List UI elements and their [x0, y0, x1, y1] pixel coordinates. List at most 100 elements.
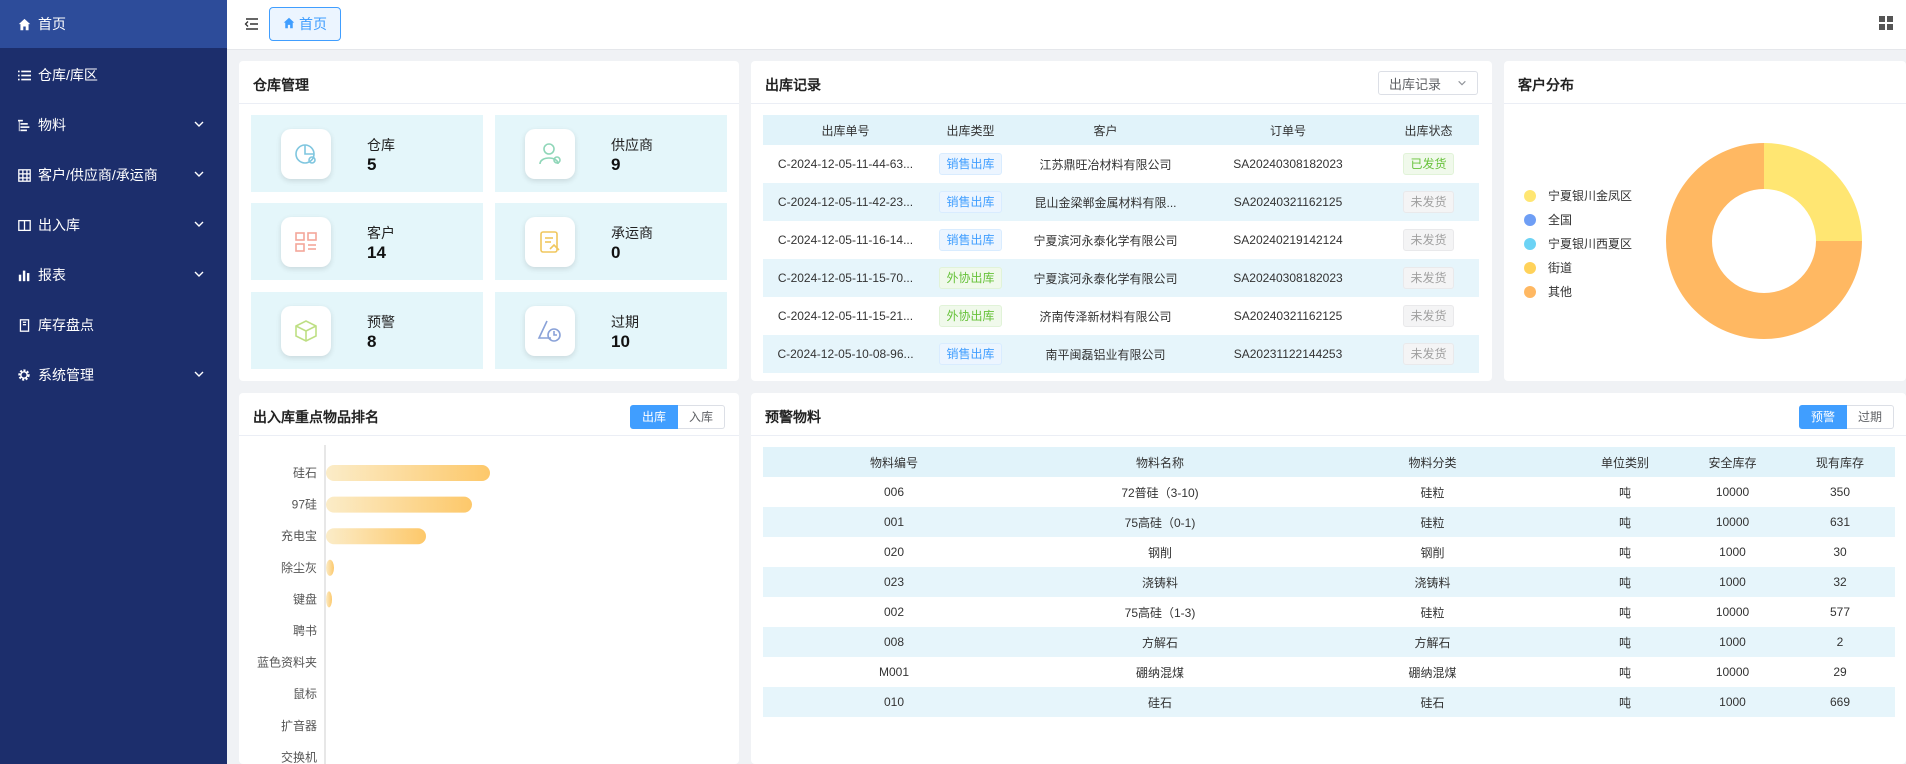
table-row[interactable]: C-2024-12-05-11-42-23... 销售出库 昆山金梁郸金属材料有…: [763, 183, 1479, 221]
select-value: 出库记录: [1389, 76, 1442, 92]
table-cell: 1000: [1680, 687, 1785, 717]
customer-cell: 昆山金梁郸金属材料有限...: [1013, 183, 1198, 221]
column-header: 安全库存: [1680, 447, 1785, 477]
legend-label: 宁夏银川金凤区: [1548, 189, 1633, 203]
sidebar-item-home[interactable]: 首页: [0, 0, 227, 48]
legend-dot: [1524, 189, 1536, 202]
table-row[interactable]: 001 75高硅（0-1) 硅粒吨 10000 631: [763, 507, 1895, 537]
book-icon: [16, 317, 32, 333]
legend-item[interactable]: 全国: [1524, 211, 1572, 228]
sidebar-item-partners[interactable]: 客户/供应商/承运商: [0, 151, 227, 199]
tab-home[interactable]: 首页: [269, 7, 341, 41]
sidebar-item-inout[interactable]: 出入库: [0, 201, 227, 249]
status-badge: 未发货: [1403, 305, 1454, 327]
column-header: 单位类别: [1570, 447, 1680, 477]
table-row[interactable]: 020 钢削 钢削 吨 1000 30: [763, 537, 1895, 567]
divider: [1504, 103, 1906, 104]
category-label: 鼠标: [293, 687, 317, 701]
legend-label: 宁夏银川西夏区: [1548, 237, 1633, 251]
table-cell: 吨: [1618, 545, 1631, 560]
legend-item[interactable]: 宁夏银川金凤区: [1524, 187, 1632, 204]
legend-dot: [1524, 285, 1536, 298]
collapse-menu-icon[interactable]: [243, 15, 261, 33]
table-row[interactable]: C-2024-12-05-11-15-21... 外协出库 济南传泽新材料有限公…: [763, 297, 1479, 335]
table-row[interactable]: 023 浇铸料 浇铸料吨 1000 32: [763, 567, 1895, 597]
outbound-select[interactable]: 出库记录: [1378, 71, 1478, 95]
sidebar-item-system[interactable]: 系统管理: [0, 351, 227, 399]
card-title: 出库记录: [765, 77, 821, 93]
stat-warehouse[interactable]: 仓库 5: [251, 115, 483, 192]
table-row[interactable]: 002 75高硅（1-3) 硅粒 吨 10000 577: [763, 597, 1895, 627]
legend-label: 其他: [1548, 285, 1573, 299]
column-header: 订单号: [1198, 115, 1378, 145]
stat-supplier[interactable]: 供应商 9: [495, 115, 727, 192]
warning-toggle-button[interactable]: 预警: [1798, 405, 1847, 429]
supplier-icon: [525, 129, 575, 179]
column-header: 客户: [1013, 115, 1198, 145]
chevron-down-icon: [194, 171, 204, 177]
table-row[interactable]: C-2024-12-05-11-16-14... 销售出库 宁夏滨河永泰化学有限…: [763, 221, 1479, 259]
warning-toggle: 预警 过期: [1798, 405, 1894, 429]
divider: [751, 435, 1906, 436]
outbound-toggle-button[interactable]: 出库: [629, 405, 678, 429]
table-row[interactable]: 008 方解石 方解石吨 1000 2: [763, 627, 1895, 657]
table-cell: 硅粒: [1295, 507, 1570, 537]
card-title: 预警物料: [765, 409, 821, 425]
stat-customer[interactable]: 客户 14: [251, 203, 483, 280]
table-cell: 75高硅（1-3): [1124, 605, 1196, 620]
order-no-cell: C-2024-12-05-11-16-14...: [777, 233, 914, 247]
divider: [751, 103, 1492, 104]
table-cell: 硼纳混煤: [1135, 665, 1184, 680]
customer-cell: 南平闽磊铝业有限公司: [1013, 335, 1198, 373]
category-label: 聘书: [293, 624, 317, 638]
table-cell: 吨: [1618, 605, 1631, 620]
status-badge: 已发货: [1403, 153, 1454, 175]
stat-label: 供应商: [611, 137, 653, 153]
sidebar-item-warehouse[interactable]: 仓库/库区: [0, 51, 227, 99]
stat-warning[interactable]: 预警 8: [251, 292, 483, 369]
order-no-cell: C-2024-12-05-11-15-70...: [763, 259, 928, 297]
legend-item[interactable]: 宁夏银川西夏区: [1524, 235, 1632, 252]
warehouse-card: 仓库管理 仓库 5 供应商 9 客户 14 承运商 0 预警 8 过期 10: [239, 61, 739, 381]
inbound-toggle-button[interactable]: 入库: [677, 405, 725, 429]
column-header: 出库状态: [1378, 115, 1479, 145]
table-row[interactable]: C-2024-12-05-11-15-70... 外协出库 宁夏滨河永泰化学有限…: [763, 259, 1479, 297]
legend-dot: [1524, 213, 1536, 226]
order-no-cell: C-2024-12-05-11-44-63...: [777, 157, 914, 171]
sidebar-item-label: 报表: [38, 267, 66, 283]
stat-value: 5: [367, 155, 377, 174]
table-cell: 350: [1829, 485, 1851, 499]
ranking-bar[interactable]: [326, 591, 332, 608]
sales-order-cell: SA20240308182023: [1198, 259, 1378, 297]
sidebar-item-label: 客户/供应商/承运商: [38, 167, 158, 183]
ranking-bar[interactable]: [326, 496, 472, 513]
category-label: 充电宝: [281, 528, 317, 543]
table-row[interactable]: C-2024-12-05-11-44-63... 销售出库 江苏鼎旺冶材料有限公…: [763, 145, 1479, 183]
legend-item[interactable]: 其他: [1524, 283, 1572, 300]
category-label: 除尘灰: [281, 560, 317, 575]
card-title: 仓库管理: [253, 77, 309, 93]
expired-toggle-button[interactable]: 过期: [1846, 405, 1894, 429]
sidebar-item-label: 仓库/库区: [38, 67, 98, 83]
ranking-bar[interactable]: [326, 528, 426, 545]
outbound-table: 出库单号 出库类型 客户 订单号 出库状态 C-2024-12-05-11-44…: [763, 115, 1479, 373]
apps-grid-icon[interactable]: [1878, 15, 1894, 31]
customer-distribution-card: 客户分布 宁夏银川金凤区 全国 宁夏银川西夏区 街道 其他: [1504, 61, 1906, 381]
type-tag: 外协出库: [939, 267, 1002, 289]
table-row[interactable]: C-2024-12-05-10-08-96... 销售出库 南平闽磊铝业有限公司…: [763, 335, 1479, 373]
stat-carrier[interactable]: 承运商 0: [495, 203, 727, 280]
legend-item[interactable]: 街道: [1524, 259, 1572, 276]
table-row[interactable]: M001 硼纳混煤 硼纳混煤 吨 10000 29: [763, 657, 1895, 687]
table-row[interactable]: 006 72普硅（3-10) 硅粒 吨 10000 350: [763, 477, 1895, 507]
table-cell: 吨: [1570, 567, 1680, 597]
table-row[interactable]: 010 硅石 硅石吨 1000 669: [763, 687, 1895, 717]
donut-slice[interactable]: [1764, 143, 1862, 241]
table-cell: 硅粒: [1420, 605, 1445, 620]
sidebar-item-reports[interactable]: 报表: [0, 251, 227, 299]
ranking-bar[interactable]: [326, 465, 490, 481]
sidebar-item-material[interactable]: 物料: [0, 101, 227, 149]
ranking-bar[interactable]: [326, 559, 334, 576]
stat-label: 预警: [367, 314, 395, 330]
sidebar-item-inventory[interactable]: 库存盘点: [0, 301, 227, 349]
stat-expired[interactable]: 过期 10: [495, 292, 727, 369]
